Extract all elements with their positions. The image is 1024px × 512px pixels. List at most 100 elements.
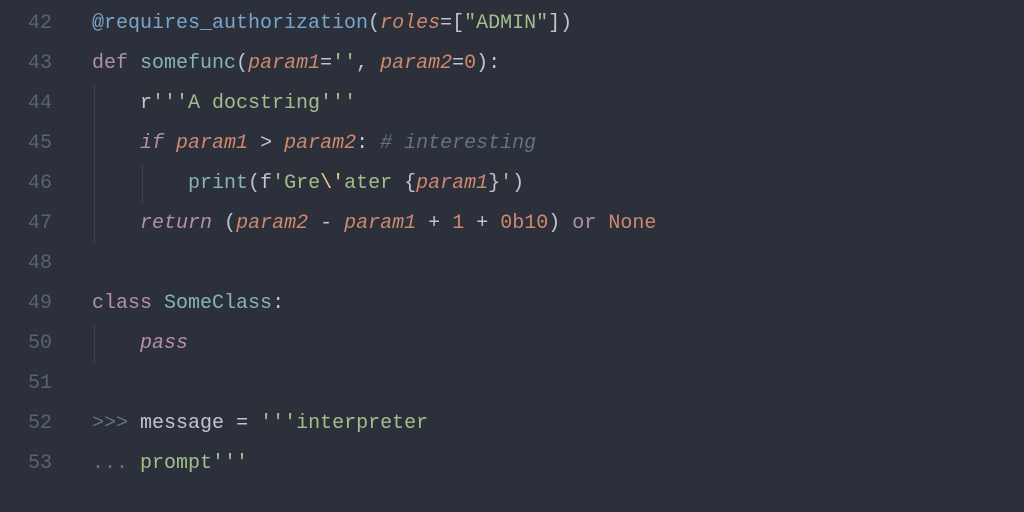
indent-guide bbox=[142, 164, 143, 204]
token-str: '' bbox=[332, 52, 356, 75]
token-kw: class bbox=[92, 292, 152, 315]
code-line[interactable] bbox=[92, 244, 1024, 284]
line-number: 52 bbox=[0, 404, 52, 444]
line-number: 48 bbox=[0, 244, 52, 284]
token-plain bbox=[440, 212, 452, 235]
line-number: 46 bbox=[0, 164, 52, 204]
token-plain bbox=[152, 292, 164, 315]
line-number: 44 bbox=[0, 84, 52, 124]
code-line[interactable]: r'''A docstring''' bbox=[92, 84, 1024, 124]
token-str: prompt''' bbox=[140, 452, 248, 475]
token-kw: def bbox=[92, 52, 128, 75]
token-plain bbox=[248, 412, 260, 435]
token-plain bbox=[92, 332, 140, 355]
indent-guide bbox=[94, 164, 95, 204]
token-plain bbox=[92, 92, 140, 115]
token-punc: ]) bbox=[548, 12, 572, 35]
token-call: print bbox=[188, 172, 248, 195]
token-plain bbox=[488, 212, 500, 235]
line-number: 47 bbox=[0, 204, 52, 244]
token-cmt: # interesting bbox=[380, 132, 536, 155]
line-number: 42 bbox=[0, 4, 52, 44]
code-line[interactable]: if param1 > param2: # interesting bbox=[92, 124, 1024, 164]
token-str: '''A docstring''' bbox=[152, 92, 356, 115]
token-op: = bbox=[236, 412, 248, 435]
token-kw-i: pass bbox=[140, 332, 188, 355]
code-line[interactable]: >>> message = '''interpreter bbox=[92, 404, 1024, 444]
token-prm: roles bbox=[380, 12, 440, 35]
token-prm: param1 bbox=[344, 212, 416, 235]
token-punc: : bbox=[356, 132, 380, 155]
code-line[interactable]: def somefunc(param1='', param2=0): bbox=[92, 44, 1024, 84]
token-op: + bbox=[476, 212, 488, 235]
token-plain bbox=[332, 212, 344, 235]
token-kw-i: return bbox=[140, 212, 212, 235]
line-number: 51 bbox=[0, 364, 52, 404]
token-prm: param1 bbox=[176, 132, 248, 155]
token-kw-i: if bbox=[140, 132, 164, 155]
token-num: 0b10 bbox=[500, 212, 548, 235]
token-num: 1 bbox=[452, 212, 464, 235]
token-plain bbox=[308, 212, 320, 235]
token-plain bbox=[272, 132, 284, 155]
token-kw: or bbox=[572, 212, 596, 235]
line-number: 50 bbox=[0, 324, 52, 364]
token-str: 'Gre bbox=[272, 172, 320, 195]
indent-guide bbox=[94, 84, 95, 124]
token-punc: ( bbox=[248, 172, 260, 195]
token-esc: \' bbox=[320, 172, 344, 195]
code-line[interactable]: print(f'Gre\'ater {param1}') bbox=[92, 164, 1024, 204]
token-dec: @requires_authorization bbox=[92, 12, 368, 35]
token-prm: param2 bbox=[236, 212, 308, 235]
token-prm: param2 bbox=[380, 52, 452, 75]
indent-guide bbox=[94, 204, 95, 244]
token-fn: SomeClass bbox=[164, 292, 272, 315]
code-line[interactable]: pass bbox=[92, 324, 1024, 364]
code-line[interactable]: @requires_authorization(roles=["ADMIN"]) bbox=[92, 4, 1024, 44]
token-op: - bbox=[320, 212, 332, 235]
code-editor[interactable]: 424344454647484950515253 @requires_autho… bbox=[0, 0, 1024, 512]
code-line[interactable]: return (param2 - param1 + 1 + 0b10) or N… bbox=[92, 204, 1024, 244]
token-prm: param1 bbox=[416, 172, 488, 195]
token-punc: ) bbox=[512, 172, 524, 195]
token-str: ater bbox=[344, 172, 404, 195]
token-plain bbox=[212, 212, 224, 235]
token-plain bbox=[92, 212, 140, 235]
line-number: 53 bbox=[0, 444, 52, 484]
indent-guide bbox=[94, 124, 95, 164]
line-number: 45 bbox=[0, 124, 52, 164]
token-plain bbox=[128, 452, 140, 475]
token-plain bbox=[596, 212, 608, 235]
line-number-gutter: 424344454647484950515253 bbox=[0, 0, 64, 512]
token-plain bbox=[248, 132, 260, 155]
indent-guide bbox=[94, 324, 95, 364]
token-punc: : bbox=[272, 292, 284, 315]
token-plain: message bbox=[140, 412, 224, 435]
line-number: 43 bbox=[0, 44, 52, 84]
token-punc: =[ bbox=[440, 12, 464, 35]
token-plain bbox=[92, 172, 188, 195]
token-op: > bbox=[260, 132, 272, 155]
token-raw: r bbox=[140, 92, 152, 115]
token-punc: ( bbox=[368, 12, 380, 35]
token-prm: param1 bbox=[248, 52, 320, 75]
token-str: "ADMIN" bbox=[464, 12, 548, 35]
code-line[interactable]: ... prompt''' bbox=[92, 444, 1024, 484]
token-str: '''interpreter bbox=[260, 412, 428, 435]
token-punc: = bbox=[452, 52, 464, 75]
token-plain bbox=[224, 412, 236, 435]
token-punc: , bbox=[356, 52, 380, 75]
token-plain bbox=[128, 52, 140, 75]
token-const: None bbox=[608, 212, 656, 235]
token-punc: ): bbox=[476, 52, 500, 75]
code-line[interactable]: class SomeClass: bbox=[92, 284, 1024, 324]
code-area[interactable]: @requires_authorization(roles=["ADMIN"])… bbox=[64, 0, 1024, 512]
token-prm: param2 bbox=[284, 132, 356, 155]
code-line[interactable] bbox=[92, 364, 1024, 404]
token-punc: ( bbox=[224, 212, 236, 235]
token-str: ' bbox=[500, 172, 512, 195]
token-plain bbox=[92, 132, 140, 155]
token-plain bbox=[416, 212, 428, 235]
token-punc: ) bbox=[548, 212, 572, 235]
token-fs: } bbox=[488, 172, 500, 195]
